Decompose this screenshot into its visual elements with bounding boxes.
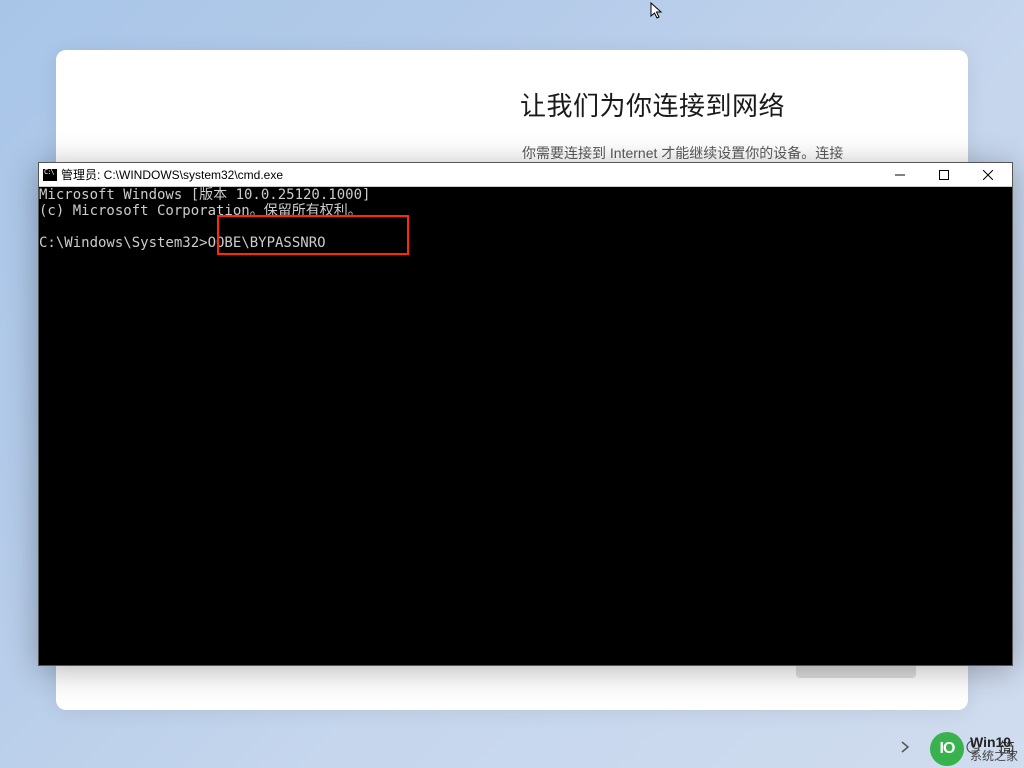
oobe-title: 让我们为你连接到网络 (520, 86, 785, 123)
close-button[interactable] (966, 163, 1010, 186)
cmd-blank-line (39, 219, 1012, 235)
mouse-cursor-icon (650, 2, 664, 20)
minimize-button[interactable] (878, 163, 922, 186)
watermark-line1: Win10 (970, 735, 1018, 750)
watermark: IO Win10 系统之家 (930, 732, 1018, 766)
cmd-prompt: C:\Windows\System32> (39, 235, 208, 251)
watermark-logo-icon: IO (930, 732, 964, 766)
cmd-prompt-line: C:\Windows\System32>OOBE\BYPASSNRO (39, 235, 1012, 251)
close-icon (983, 170, 993, 180)
watermark-text: Win10 系统之家 (970, 735, 1018, 764)
minimize-icon (895, 170, 905, 180)
cmd-title-text: 管理员: C:\WINDOWS\system32\cmd.exe (61, 166, 283, 183)
cmd-copyright-line: (c) Microsoft Corporation。保留所有权利。 (39, 203, 1012, 219)
cmd-command: OOBE\BYPASSNRO (208, 235, 326, 251)
maximize-icon (939, 170, 949, 180)
cmd-version-line: Microsoft Windows [版本 10.0.25120.1000] (39, 187, 1012, 203)
cmd-titlebar[interactable]: 管理员: C:\WINDOWS\system32\cmd.exe (39, 163, 1012, 187)
maximize-button[interactable] (922, 163, 966, 186)
watermark-line2: 系统之家 (970, 750, 1018, 763)
chevron-right-icon (900, 740, 910, 754)
ime-expand-button[interactable] (888, 732, 922, 762)
cmd-icon (43, 169, 57, 181)
cmd-window: 管理员: C:\WINDOWS\system32\cmd.exe Microso… (38, 162, 1013, 666)
cmd-output-area[interactable]: Microsoft Windows [版本 10.0.25120.1000](c… (39, 187, 1012, 665)
window-controls (878, 163, 1010, 186)
